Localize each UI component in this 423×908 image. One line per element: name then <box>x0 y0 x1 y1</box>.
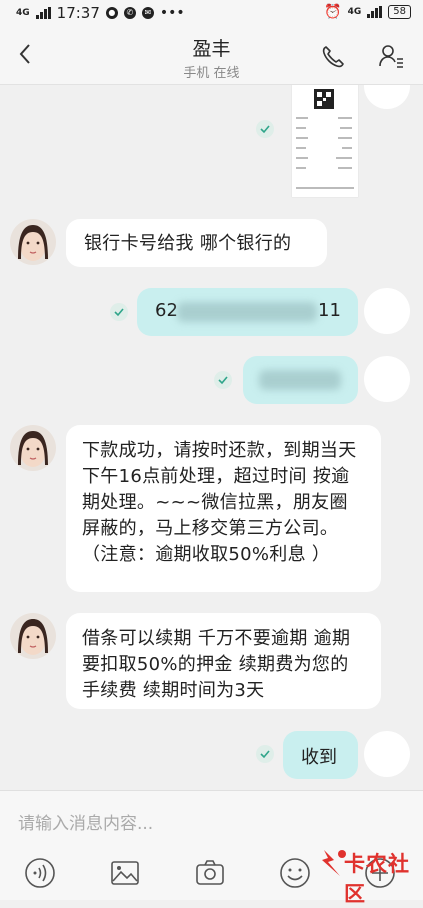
battery-level: 58 <box>388 5 411 19</box>
read-check-icon <box>214 371 232 389</box>
status-bar: 4G 17:37 ● ✆ ✉ ••• ⏰ 4G 58 <box>0 0 423 26</box>
message-bubble-outgoing[interactable]: 收到 <box>283 731 358 779</box>
wechat-icon: ● <box>105 7 118 19</box>
redacted-card-number <box>177 302 317 322</box>
contact-avatar[interactable] <box>10 219 56 265</box>
phone-notify-icon: ✆ <box>123 7 136 19</box>
phone-call-icon[interactable] <box>320 44 346 70</box>
redacted-text <box>259 370 341 390</box>
my-avatar[interactable] <box>364 85 410 109</box>
message-bubble-incoming[interactable]: 下款成功，请按时还款，到期当天下午16点前处理，超过时间 按逾期处理。~~~微信… <box>66 425 381 592</box>
clock: 17:37 <box>56 4 100 22</box>
my-avatar[interactable] <box>364 356 410 402</box>
message-bubble-outgoing-redacted[interactable] <box>243 356 358 404</box>
contact-avatar[interactable] <box>10 425 56 471</box>
watermark-logo: 卡农社区 <box>318 838 423 906</box>
contact-avatar[interactable] <box>10 613 56 659</box>
card-number-prefix: 62 <box>155 300 178 321</box>
message-bubble-incoming[interactable]: 借条可以续期 千万不要逾期 逾期要扣取50%的押金 续期费为您的手续费 续期时间… <box>66 613 381 709</box>
camera-icon[interactable] <box>190 853 230 893</box>
message-bubble-outgoing[interactable]: 62 11 <box>137 288 358 336</box>
read-check-icon <box>256 120 274 138</box>
voice-icon[interactable] <box>20 853 60 893</box>
alarm-icon: ⏰ <box>324 4 342 20</box>
image-message[interactable] <box>292 85 358 197</box>
watermark-text: 卡农社区 <box>344 852 410 906</box>
card-number-suffix: 11 <box>318 300 341 321</box>
chat-header: 盈丰 手机 在线 <box>0 26 423 85</box>
network-type-right: 4G <box>347 7 362 17</box>
contact-status: 手机 在线 <box>183 66 240 81</box>
contact-name: 盈丰 <box>192 38 231 60</box>
emoji-icon[interactable] <box>275 853 315 893</box>
more-notifications-icon: ••• <box>159 5 185 21</box>
read-check-icon <box>256 745 274 763</box>
image-icon[interactable] <box>105 853 145 893</box>
message-input[interactable]: 请输入消息内容... <box>18 809 153 834</box>
read-check-icon <box>110 303 128 321</box>
message-list[interactable]: 银行卡号给我 哪个银行的 62 11 下款成功，请按时还款，到期当天下午16点前… <box>0 85 423 790</box>
signal-icon-right <box>367 6 383 18</box>
screenshot-thumbnail-icon <box>296 89 354 189</box>
my-avatar[interactable] <box>364 731 410 777</box>
message-bubble-incoming[interactable]: 银行卡号给我 哪个银行的 <box>66 219 327 267</box>
message-notify-icon: ✉ <box>141 7 154 19</box>
signal-icon <box>35 7 51 19</box>
profile-icon[interactable] <box>378 43 404 69</box>
my-avatar[interactable] <box>364 288 410 334</box>
network-type: 4G <box>16 8 30 18</box>
